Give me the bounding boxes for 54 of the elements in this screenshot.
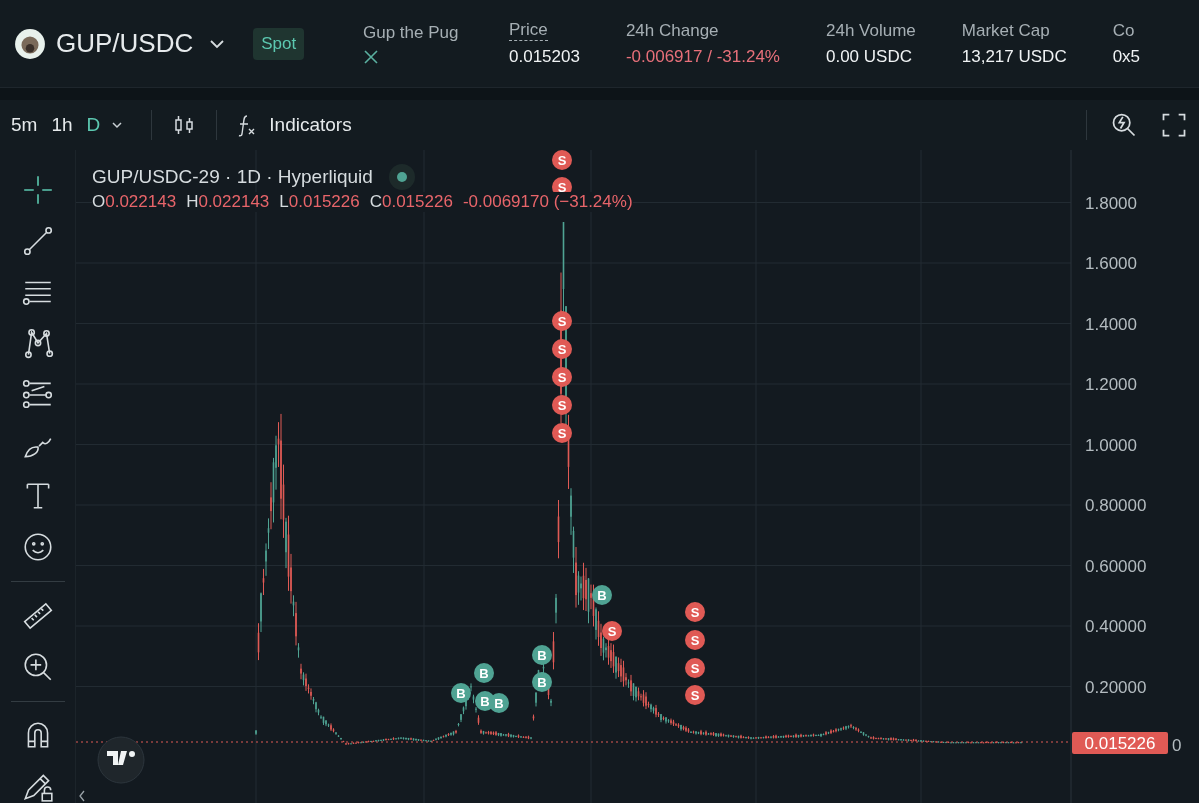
interval-tab[interactable]: 5m bbox=[4, 110, 45, 140]
ohlc-key: C bbox=[369, 192, 382, 212]
stat-value: 0x5 bbox=[1112, 46, 1141, 67]
stat-label: Market Cap bbox=[961, 20, 1051, 41]
price-axis-label: 0.20000 bbox=[1085, 677, 1147, 697]
stat-value: 0.015203 bbox=[509, 47, 580, 67]
stat-value: 13,217 USDC bbox=[961, 46, 1067, 67]
chart-title: GUP/USDC-29 · 1D · Hyperliquid bbox=[92, 166, 373, 188]
stat-label: Co bbox=[1112, 20, 1136, 41]
sell-marker[interactable]: S bbox=[685, 685, 705, 705]
stat-value: -0.006917 / -31.24% bbox=[625, 46, 780, 67]
price-axis-label: 0.40000 bbox=[1085, 617, 1147, 636]
price-axis-label: 1.8000 bbox=[1085, 193, 1137, 213]
ohlc-value: 0.022143 bbox=[198, 192, 270, 212]
price-axis-label: 0 bbox=[1172, 736, 1182, 755]
price-axis-label: 0.60000 bbox=[1085, 556, 1147, 576]
interval-tab[interactable]: 1h bbox=[44, 110, 80, 140]
price-axis-label: 1.0000 bbox=[1085, 435, 1137, 455]
sell-marker[interactable]: S bbox=[552, 339, 572, 359]
ohlc-key: H bbox=[186, 192, 199, 212]
sell-marker[interactable]: S bbox=[552, 423, 572, 443]
ohlc-key: L bbox=[279, 192, 289, 212]
token-name: Gup the Pug bbox=[363, 22, 460, 43]
price-axis-label: 1.6000 bbox=[1085, 254, 1137, 273]
indicators-button[interactable]: Indicators bbox=[229, 109, 358, 141]
stat-label: Price bbox=[509, 20, 548, 41]
price-axis-label: 0.80000 bbox=[1085, 496, 1147, 515]
sell-marker[interactable]: S bbox=[685, 602, 705, 622]
ohlc-value: 0.015226 bbox=[288, 192, 360, 212]
stat-label: 24h Change bbox=[625, 20, 720, 41]
sell-marker[interactable]: S bbox=[552, 367, 572, 387]
ohlc-key: O bbox=[92, 192, 106, 212]
stat-value: 0.00 USDC bbox=[825, 46, 913, 67]
stat-label: 24h Volume bbox=[825, 20, 916, 41]
price-axis-label: 1.2000 bbox=[1085, 375, 1137, 394]
market-type-tag: Spot bbox=[253, 27, 305, 60]
buy-marker[interactable]: B bbox=[532, 645, 552, 665]
sell-marker[interactable]: S bbox=[602, 621, 622, 641]
buy-marker[interactable]: B bbox=[489, 693, 509, 713]
buy-marker[interactable]: B bbox=[592, 585, 612, 605]
sell-marker[interactable]: S bbox=[685, 658, 705, 678]
sell-marker[interactable]: S bbox=[552, 311, 572, 331]
last-price-tag: 0.015226 bbox=[1072, 732, 1168, 754]
market-pair[interactable]: GUP/USDC bbox=[56, 28, 194, 59]
sell-marker[interactable]: S bbox=[552, 150, 572, 170]
sell-marker[interactable]: S bbox=[552, 395, 572, 415]
price-axis-label: 1.4000 bbox=[1085, 314, 1137, 334]
buy-marker[interactable]: B bbox=[532, 672, 552, 692]
buy-marker[interactable]: B bbox=[451, 683, 471, 703]
ohlc-value: 0.022143 bbox=[105, 192, 177, 212]
sell-marker[interactable]: S bbox=[685, 630, 705, 650]
buy-marker[interactable]: B bbox=[474, 663, 494, 683]
ohlc-value: 0.015226 bbox=[382, 192, 453, 212]
interval-tab[interactable]: D bbox=[79, 110, 108, 140]
